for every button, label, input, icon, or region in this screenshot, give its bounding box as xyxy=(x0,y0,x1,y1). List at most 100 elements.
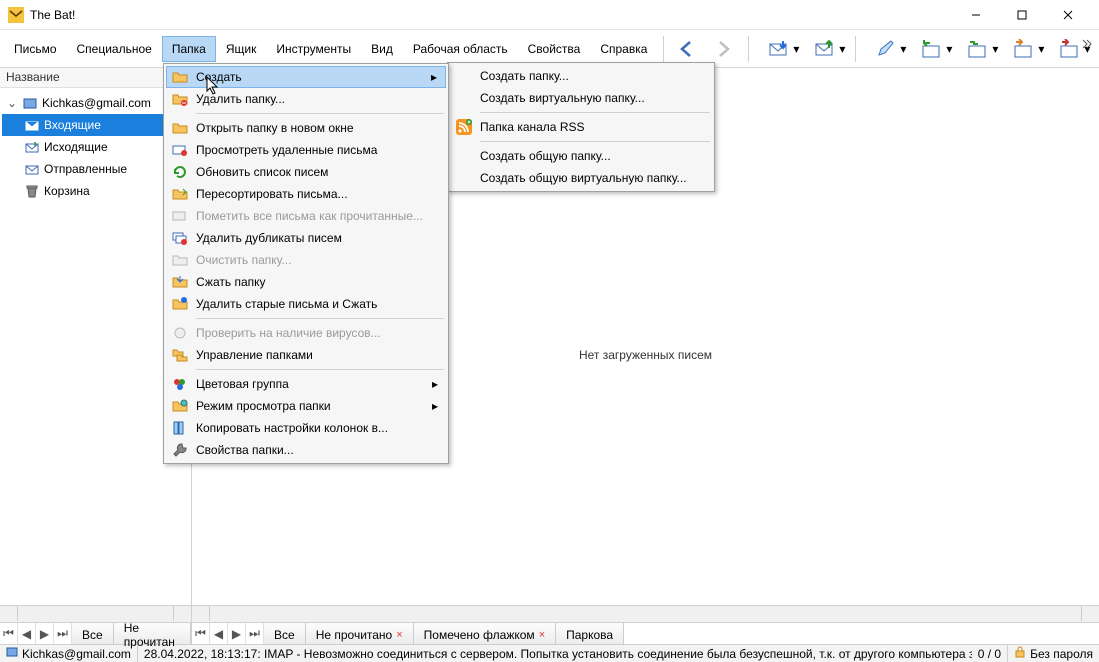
clear-icon xyxy=(170,252,190,268)
close-button[interactable] xyxy=(1045,0,1091,30)
left-tab-all[interactable]: Все xyxy=(72,623,114,644)
chevron-down-icon: ▾ xyxy=(1038,42,1044,56)
tab-close-icon[interactable]: × xyxy=(396,629,402,641)
folder-icon xyxy=(454,90,474,106)
submenu-shared[interactable]: Создать общую папку... xyxy=(450,145,712,167)
right-tab-all[interactable]: Все xyxy=(264,623,306,644)
menu-compress[interactable]: Сжать папку xyxy=(166,271,446,293)
tab-first[interactable]: ⏮ xyxy=(0,623,18,644)
menu-color[interactable]: Цветовая группа ▸ xyxy=(166,373,446,395)
toolbar-overflow-icon[interactable] xyxy=(1081,38,1093,53)
menu-resort[interactable]: Пересортировать письма... xyxy=(166,183,446,205)
menu-delete-folder[interactable]: Удалить папку... xyxy=(166,88,446,110)
view-deleted-icon xyxy=(170,142,190,158)
tree-label: Входящие xyxy=(44,118,101,132)
mailbox-icon xyxy=(6,646,18,661)
tab-next[interactable]: ▶ xyxy=(36,623,54,644)
collapse-icon[interactable]: ⌄ xyxy=(6,96,18,110)
maximize-button[interactable] xyxy=(999,0,1045,30)
tree-outbox[interactable]: Исходящие xyxy=(2,136,189,158)
rss-icon xyxy=(454,119,474,135)
menu-workspace[interactable]: Рабочая область xyxy=(403,36,518,62)
tree-label: Исходящие xyxy=(44,140,108,154)
folder-open-icon xyxy=(170,120,190,136)
menu-refresh[interactable]: Обновить список писем xyxy=(166,161,446,183)
tab-prev[interactable]: ◀ xyxy=(18,623,36,644)
folder-icon xyxy=(454,170,474,186)
folder-icon xyxy=(24,117,40,133)
reply-button[interactable]: ▾ xyxy=(910,34,954,64)
titlebar: The Bat! xyxy=(0,0,1099,30)
minimize-button[interactable] xyxy=(953,0,999,30)
right-tab-parked[interactable]: Паркова xyxy=(556,623,624,644)
menu-mailbox[interactable]: Ящик xyxy=(216,36,267,62)
tree-hscroll[interactable] xyxy=(0,605,191,622)
tree-account[interactable]: ⌄ Kichkas@gmail.com xyxy=(2,92,189,114)
content-hscroll[interactable] xyxy=(192,605,1099,622)
submenu-new-folder[interactable]: Создать папку... xyxy=(450,65,712,87)
mark-read-icon xyxy=(170,208,190,224)
folder-dropdown: Создать ▸ Удалить папку... Открыть папку… xyxy=(163,63,449,464)
status-account[interactable]: Kichkas@gmail.com xyxy=(0,645,138,662)
menu-copycols[interactable]: Копировать настройки колонок в... xyxy=(166,417,446,439)
menu-props[interactable]: Свойства xyxy=(518,36,591,62)
get-mail-button[interactable]: ▾ xyxy=(757,34,801,64)
menu-clear: Очистить папку... xyxy=(166,249,446,271)
tab-last[interactable]: ⏭ xyxy=(54,623,72,644)
folder-icon xyxy=(24,161,40,177)
compose-button[interactable]: ▾ xyxy=(864,34,908,64)
menu-del-dup[interactable]: Удалить дубликаты писем xyxy=(166,227,446,249)
tab-prev[interactable]: ◀ xyxy=(210,623,228,644)
send-mail-button[interactable]: ▾ xyxy=(803,34,847,64)
menu-del-old[interactable]: Удалить старые письма и Сжать xyxy=(166,293,446,315)
tab-last[interactable]: ⏭ xyxy=(246,623,264,644)
menu-folder-props[interactable]: Свойства папки... xyxy=(166,439,446,461)
refresh-icon xyxy=(170,164,190,180)
menu-letter[interactable]: Письмо xyxy=(4,36,67,62)
forward-button[interactable]: ▾ xyxy=(1002,34,1046,64)
tab-first[interactable]: ⏮ xyxy=(192,623,210,644)
menu-help[interactable]: Справка xyxy=(590,36,657,62)
chevron-down-icon: ▾ xyxy=(900,42,906,56)
submenu-virt-folder[interactable]: Создать виртуальную папку... xyxy=(450,87,712,109)
menu-tools[interactable]: Инструменты xyxy=(266,36,361,62)
status-counter: 0 / 0 xyxy=(972,645,1008,662)
folder-delete-icon xyxy=(170,91,190,107)
menu-create[interactable]: Создать ▸ xyxy=(166,66,446,88)
tab-close-icon[interactable]: × xyxy=(539,629,545,641)
left-tab-unread[interactable]: Не прочитан xyxy=(114,623,191,644)
menu-view[interactable]: Вид xyxy=(361,36,403,62)
tree-sent[interactable]: Отправленные xyxy=(2,158,189,180)
reply-all-button[interactable]: ▾ xyxy=(956,34,1000,64)
menu-folder[interactable]: Папка xyxy=(162,36,216,62)
right-tab-unread[interactable]: Не прочитано× xyxy=(306,623,414,644)
tree-trash[interactable]: Корзина xyxy=(2,180,189,202)
menu-open-new-window[interactable]: Открыть папку в новом окне xyxy=(166,117,446,139)
menu-manage[interactable]: Управление папками xyxy=(166,344,446,366)
submenu-arrow-icon: ▸ xyxy=(432,377,438,391)
chevron-down-icon: ▾ xyxy=(839,42,845,56)
nav-back-button[interactable] xyxy=(670,34,704,64)
submenu-rss[interactable]: Папка канала RSS xyxy=(450,116,712,138)
tree-label: Корзина xyxy=(44,184,90,198)
folder-icon xyxy=(454,68,474,84)
status-lock[interactable]: Без пароля xyxy=(1008,645,1099,662)
columns-icon xyxy=(170,420,190,436)
menu-view-deleted[interactable]: Просмотреть удаленные письма xyxy=(166,139,446,161)
tab-next[interactable]: ▶ xyxy=(228,623,246,644)
tree-inbox[interactable]: Входящие xyxy=(2,114,189,136)
menu-viewmode[interactable]: Режим просмотра папки ▸ xyxy=(166,395,446,417)
viewmode-icon xyxy=(170,398,190,414)
chevron-down-icon: ▾ xyxy=(793,42,799,56)
right-tab-flagged[interactable]: Помечено флажком× xyxy=(414,623,556,644)
submenu-shared-virt[interactable]: Создать общую виртуальную папку... xyxy=(450,167,712,189)
chevron-down-icon: ▾ xyxy=(946,42,952,56)
resort-icon xyxy=(170,186,190,202)
menu-special[interactable]: Специальное xyxy=(67,36,162,62)
tree-account-label: Kichkas@gmail.com xyxy=(42,96,151,110)
nav-forward-button[interactable] xyxy=(706,34,740,64)
virus-icon xyxy=(170,325,190,341)
chevron-down-icon: ▾ xyxy=(992,42,998,56)
submenu-arrow-icon: ▸ xyxy=(432,399,438,413)
window-title: The Bat! xyxy=(30,8,953,22)
